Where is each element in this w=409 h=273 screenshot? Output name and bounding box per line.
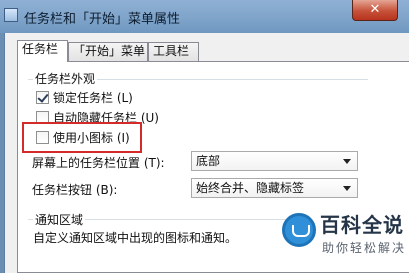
tab-start-menu-label: 「开始」菜单 xyxy=(73,44,146,58)
tab-toolbars[interactable]: 工具栏 xyxy=(148,42,199,61)
watermark: 百科全说 助你轻松解决 xyxy=(282,205,409,273)
buttons-label: 任务栏按钮 (B): xyxy=(32,183,118,197)
notification-description: 自定义通知区域中出现的图标和通知。 xyxy=(33,231,238,245)
close-icon: ✕ xyxy=(369,2,381,17)
notification-group-label: 通知区域 xyxy=(33,211,86,228)
position-select[interactable]: 底部 xyxy=(191,151,358,171)
tab-taskbar[interactable]: 任务栏 xyxy=(17,40,68,62)
app-icon xyxy=(4,8,18,22)
lock-taskbar-option[interactable]: 锁定任务栏 (L) xyxy=(36,89,133,105)
position-value: 底部 xyxy=(196,154,221,168)
tab-start-menu[interactable]: 「开始」菜单 xyxy=(68,42,148,61)
chevron-down-icon xyxy=(343,159,351,164)
watermark-subtext: 助你轻松解决 xyxy=(322,241,407,255)
position-label: 屏幕上的任务栏位置 (T): xyxy=(32,156,165,170)
tab-taskbar-label: 任务栏 xyxy=(22,42,59,56)
appearance-group-label: 任务栏外观 xyxy=(33,70,98,87)
title-bar[interactable]: 任务栏和「开始」菜单属性 ✕ xyxy=(0,0,409,33)
window-title: 任务栏和「开始」菜单属性 xyxy=(24,12,181,27)
lock-taskbar-label: 锁定任务栏 (L) xyxy=(53,90,133,105)
tab-toolbars-label: 工具栏 xyxy=(153,44,190,58)
highlight-box xyxy=(22,122,142,153)
close-button[interactable]: ✕ xyxy=(352,0,398,21)
lock-taskbar-checkbox[interactable] xyxy=(36,90,49,104)
chevron-down-icon xyxy=(343,186,351,191)
watermark-logo-icon xyxy=(282,213,316,247)
watermark-text: 百科全说 xyxy=(320,213,404,237)
buttons-select[interactable]: 始终合并、隐藏标签 xyxy=(191,178,358,198)
buttons-value: 始终合并、隐藏标签 xyxy=(196,181,305,195)
